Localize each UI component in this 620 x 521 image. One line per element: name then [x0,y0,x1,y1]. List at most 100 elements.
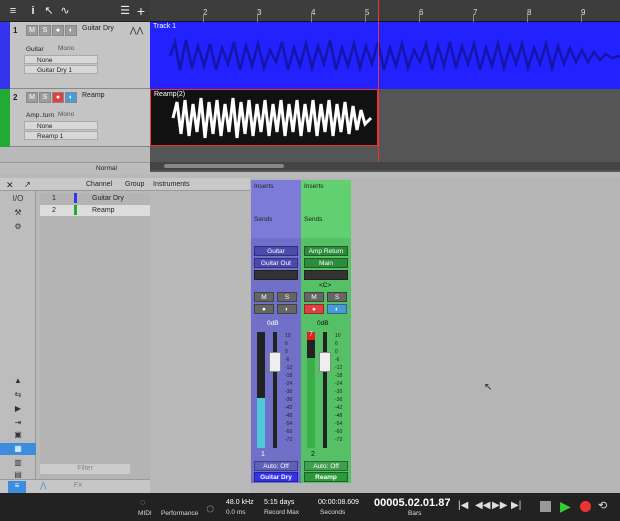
output-select[interactable]: Main [304,258,348,268]
record-button[interactable]: ● [304,304,324,314]
fx-icon[interactable]: ▣ [0,429,36,441]
mute-button[interactable]: M [304,292,324,302]
automation-select[interactable]: Auto: Off [304,461,348,471]
add-icon[interactable]: + [134,4,148,18]
automation-icon[interactable]: ⋀ [40,481,47,490]
seconds-label: Seconds [320,509,346,516]
stop-button[interactable] [540,501,551,512]
timeline-ruler[interactable]: 2 3 4 5 6 7 8 9 [150,0,620,22]
channel-strip-2: Inserts Sends Amp Return Main <C> M S ● … [301,180,351,483]
list-icon[interactable]: ☰ [118,4,132,18]
track-header-1[interactable]: 1 M S ● ◐ Guitar Dry ⋀⋀ Guitar Mono None… [0,22,150,89]
automation-select[interactable]: Auto: Off [254,461,298,471]
record-arm-button[interactable]: ● [52,92,64,103]
rewind-icon[interactable]: ◀◀ [475,500,490,511]
mouse-cursor: ↖ [484,382,493,393]
mono-label[interactable]: Mono [58,45,74,52]
expand-icon[interactable]: ↗ [24,180,31,189]
volume-fader[interactable] [269,352,281,372]
channel-number: 1 [261,451,265,458]
arrangement-view[interactable]: Track 1 Reamp(2) [150,22,620,172]
mute-button[interactable]: M [26,92,38,103]
channel-list-item[interactable]: 1 Guitar Dry [40,193,150,204]
track-color [0,89,10,147]
menu-icon[interactable]: ≡ [8,481,26,493]
sends-label[interactable]: Sends [304,216,322,223]
fast-forward-icon[interactable]: ▶▶ [492,500,507,511]
send-select[interactable]: None [24,121,98,130]
bars-label: Bars [408,510,422,517]
send-select[interactable]: None [24,55,98,64]
track-header-2[interactable]: 2 M S ● ◐ Reamp Amp..turn Mono None Ream… [0,89,150,147]
volume-fader[interactable] [319,352,331,372]
pan-knob[interactable] [254,270,298,280]
audio-clip-track-2[interactable]: Reamp(2) [150,89,378,146]
record-arm-button[interactable]: ● [52,25,64,36]
horizontal-scrollbar[interactable] [150,162,620,170]
seconds-readout[interactable]: 00:00:08.609 [318,499,359,506]
io-button[interactable]: I/O [0,193,36,205]
record-button[interactable]: ● [254,304,274,314]
menu-icon[interactable]: ≡ [6,4,20,18]
sends-label[interactable]: Sends [254,216,272,223]
vca-icon[interactable]: ▥ [0,457,36,469]
input-select[interactable]: Guitar [254,246,298,256]
output-select[interactable]: Reamp 1 [24,131,98,140]
inserts-label[interactable]: Inserts [254,183,274,190]
monitor-button[interactable]: ◐ [277,304,297,314]
track-list-footer: Normal [0,162,150,174]
channel-list-item[interactable]: 2 Reamp [40,205,150,216]
piano-icon[interactable]: ▦ [0,443,36,455]
mute-button[interactable]: M [26,25,38,36]
fader-track [273,332,277,448]
input-select[interactable]: Amp Return [304,246,348,256]
automation-icon[interactable]: ∿ [58,4,72,18]
return-to-start-icon[interactable]: |◀ [458,500,468,511]
input-icon[interactable]: ⇆ [0,389,36,401]
mode-select[interactable]: Normal [96,165,117,172]
instruments-label: Instruments [153,181,190,188]
arrow-icon[interactable]: ↖ [42,4,56,18]
monitor-button[interactable]: ◐ [65,92,77,103]
filter-input[interactable]: Filter [40,464,130,474]
track-name[interactable]: Reamp [82,92,105,99]
info-icon[interactable]: i [26,4,40,18]
bus-icon[interactable]: ⇥ [0,417,36,429]
clip-indicator: 7 [307,332,315,340]
tool-icon[interactable]: ⚒ [0,207,36,219]
channel-list: 1 Guitar Dry 2 Reamp Filter [40,193,150,493]
channel-name[interactable]: Reamp [304,472,348,482]
monitor-button[interactable]: ◐ [65,25,77,36]
monitor-button[interactable]: ◐ [327,304,347,314]
inserts-section: Inserts Sends [251,180,301,238]
close-icon[interactable]: ✕ [6,180,14,191]
fx-icon[interactable]: FX [74,482,82,489]
waveform [171,97,373,139]
mono-label[interactable]: Mono [58,111,74,118]
go-to-end-icon[interactable]: ▶| [511,500,521,511]
solo-button[interactable]: S [327,292,347,302]
audio-icon[interactable]: ▶ [0,403,36,415]
channel-name[interactable]: Guitar Dry [254,472,298,482]
play-button[interactable]: ▶ [560,498,571,515]
output-select[interactable]: Guitar Dry 1 [24,65,98,74]
audio-clip-track-1[interactable]: Track 1 [150,22,620,89]
channel-column: Channel [86,181,113,188]
inserts-label[interactable]: Inserts [304,183,324,190]
solo-button[interactable]: S [277,292,297,302]
output-select[interactable]: Guitar Out [254,258,298,268]
solo-button[interactable]: S [39,92,51,103]
waveform-icon: ⋀⋀ [130,26,144,35]
bars-readout[interactable]: 00005.02.01.87 [374,497,450,509]
fader-track [323,332,327,448]
track-name[interactable]: Guitar Dry [82,25,114,32]
pan-knob[interactable] [304,270,348,280]
loading-icon: ◌ [206,500,215,516]
record-button[interactable] [580,501,591,512]
solo-button[interactable]: S [39,25,51,36]
plugin-icon[interactable]: ⚙ [0,221,36,233]
output-icon[interactable]: ▲ [0,375,36,387]
loop-icon[interactable]: ⟲ [598,499,607,512]
mute-button[interactable]: M [254,292,274,302]
playhead[interactable] [378,0,379,22]
